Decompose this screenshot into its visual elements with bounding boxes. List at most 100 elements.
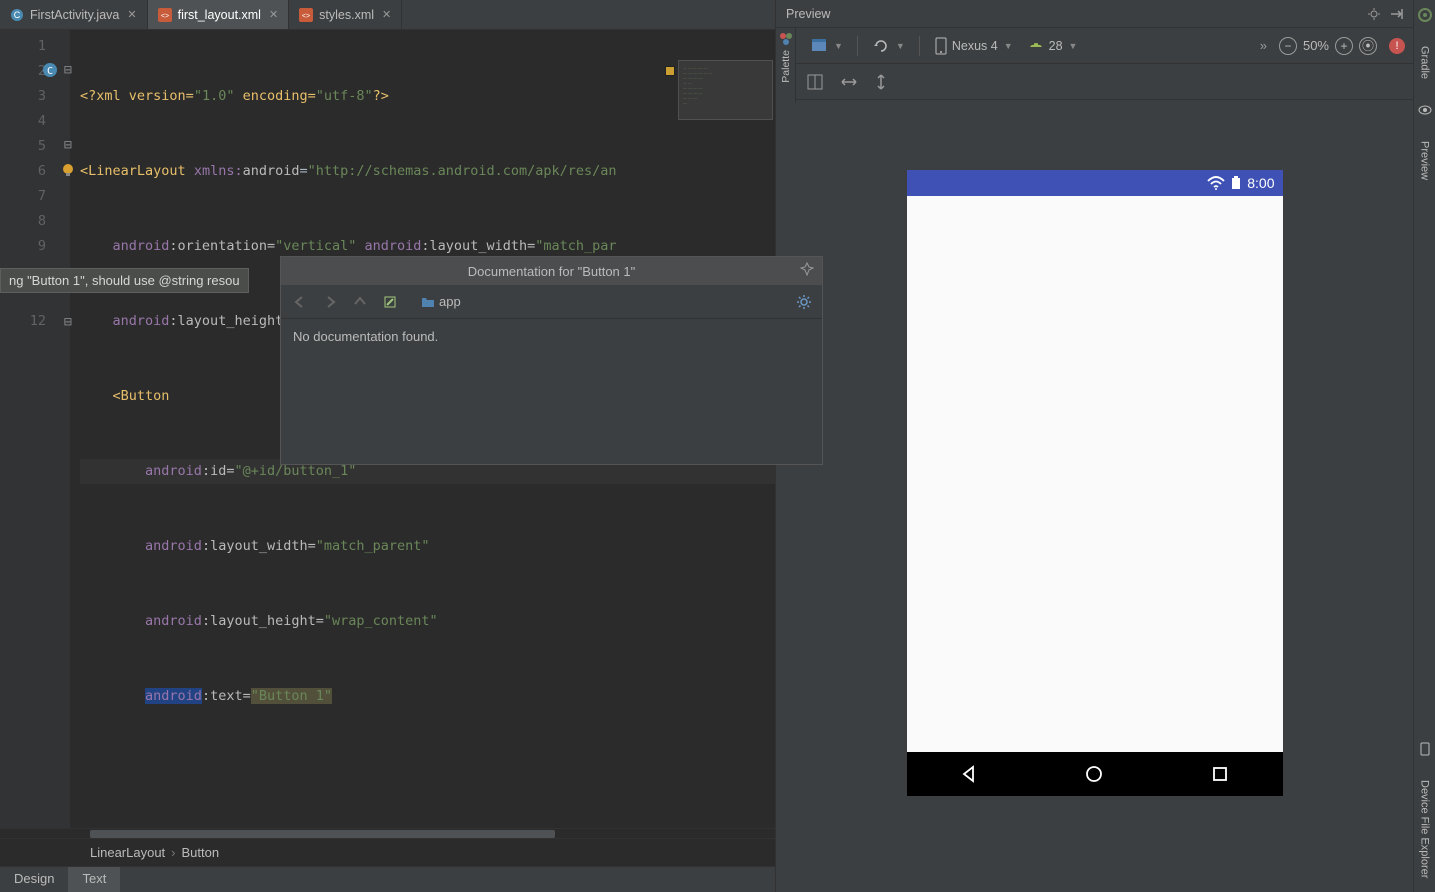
gutter: 1 2 3 4 5 6 7 8 9 12 C ⊟ ⊟ ⊟	[0, 30, 70, 828]
sidebar-item-dfe[interactable]: Device File Explorer	[1419, 776, 1431, 882]
close-icon[interactable]: ✕	[269, 8, 278, 21]
right-tool-sidebar: Gradle Preview Device File Explorer	[1413, 0, 1435, 892]
line-number: 12	[0, 309, 46, 334]
close-icon[interactable]: ✕	[127, 8, 136, 21]
device-canvas[interactable]: 8:00	[776, 100, 1413, 892]
edit-icon[interactable]	[381, 293, 399, 311]
popup-title: Documentation for "Button 1"	[468, 264, 636, 279]
api-selector[interactable]: 28 ▼	[1023, 37, 1082, 55]
line-number: 8	[0, 209, 46, 234]
xml-icon: <>	[158, 8, 172, 22]
line-number: 3	[0, 84, 46, 109]
battery-icon	[1231, 176, 1241, 190]
svg-text:C: C	[47, 66, 53, 77]
tab-design[interactable]: Design	[0, 867, 68, 892]
tab-label: styles.xml	[319, 8, 374, 22]
chevron-down-icon: ▼	[896, 41, 905, 51]
tab-first-layout[interactable]: <> first_layout.xml ✕	[148, 0, 290, 29]
zoom-value: 50%	[1303, 38, 1329, 53]
palette-strip[interactable]: Palette	[776, 28, 796, 103]
preview-title: Preview	[786, 7, 830, 21]
popup-title-bar[interactable]: Documentation for "Button 1"	[281, 257, 822, 285]
xml-icon: <>	[299, 8, 313, 22]
phone-icon	[934, 37, 948, 55]
tab-styles[interactable]: <> styles.xml ✕	[289, 0, 402, 29]
documentation-popup: Documentation for "Button 1" app No docu	[280, 256, 823, 465]
line-number: 6	[0, 159, 46, 184]
preview-toolbar-secondary	[776, 64, 1413, 100]
pin-icon[interactable]	[800, 262, 814, 276]
preview-header: Preview	[776, 0, 1413, 28]
zoom-out-button[interactable]: −	[1279, 37, 1297, 55]
wifi-icon	[1207, 176, 1225, 190]
tab-first-activity[interactable]: C FirstActivity.java ✕	[0, 0, 148, 29]
device-body	[907, 196, 1283, 752]
svg-text:<>: <>	[302, 13, 310, 20]
zoom-fit-button[interactable]: ⦿	[1359, 37, 1377, 55]
sidebar-item-gradle[interactable]: Gradle	[1419, 42, 1431, 83]
eye-icon[interactable]	[1418, 103, 1432, 117]
gear-icon[interactable]	[1367, 7, 1381, 21]
gear-icon[interactable]	[796, 294, 812, 310]
device-frame: 8:00	[907, 170, 1283, 796]
nav-back-icon	[959, 764, 979, 784]
editor-scrollbar[interactable]	[0, 828, 775, 838]
warning-marker-icon[interactable]	[665, 66, 675, 76]
device-file-explorer-icon[interactable]	[1418, 742, 1432, 756]
line-number: 1	[0, 34, 46, 59]
breadcrumb-item[interactable]: Button	[182, 845, 220, 860]
chevron-right-icon: ›	[171, 845, 175, 860]
gradle-icon[interactable]	[1418, 8, 1432, 22]
line-number: 9	[0, 234, 46, 259]
device-status-bar: 8:00	[907, 170, 1283, 196]
tab-label: first_layout.xml	[178, 8, 261, 22]
design-surface-button[interactable]: ▼	[806, 35, 847, 57]
chevron-down-icon: ▼	[1004, 41, 1013, 51]
line-number: 5	[0, 134, 46, 159]
breadcrumb: LinearLayout › Button	[0, 838, 775, 866]
error-badge[interactable]: !	[1389, 38, 1405, 54]
class-icon: C	[10, 8, 24, 22]
preview-pane: Preview ▼ ▼ Nexus 4 ▼	[775, 0, 1413, 892]
breadcrumb-item[interactable]: LinearLayout	[90, 845, 165, 860]
chevron-down-icon: ▼	[1069, 41, 1078, 51]
nav-home-icon	[1084, 764, 1104, 784]
palette-label: Palette	[780, 50, 792, 83]
editor-pane: C FirstActivity.java ✕ <> first_layout.x…	[0, 0, 775, 892]
editor-mode-tabs: Design Text	[0, 866, 775, 892]
forward-icon[interactable]	[321, 293, 339, 311]
device-selector[interactable]: Nexus 4 ▼	[930, 35, 1017, 57]
scrollbar-thumb[interactable]	[90, 830, 555, 838]
pan-vertical-icon[interactable]	[874, 73, 888, 91]
lint-tooltip: ng "Button 1", should use @string resou	[0, 268, 249, 293]
more-icon[interactable]: »	[1260, 38, 1267, 53]
line-number: 4	[0, 109, 46, 134]
device-time: 8:00	[1247, 175, 1274, 191]
tab-label: FirstActivity.java	[30, 8, 119, 22]
hide-icon[interactable]	[1389, 7, 1403, 21]
editor-tab-bar: C FirstActivity.java ✕ <> first_layout.x…	[0, 0, 775, 30]
svg-text:C: C	[14, 10, 21, 20]
pan-horizontal-icon[interactable]	[840, 75, 858, 89]
nav-recents-icon	[1210, 764, 1230, 784]
tab-text[interactable]: Text	[68, 867, 120, 892]
android-icon	[1027, 39, 1045, 53]
zoom-in-button[interactable]: +	[1335, 37, 1353, 55]
palette-icon	[779, 32, 793, 46]
popup-content: No documentation found.	[281, 319, 822, 464]
minimap[interactable]: ― ― ― ― ―― ― ― ― ― ―― ― ― ―― ―― ― ― ―― ―…	[678, 60, 773, 120]
blueprint-icon[interactable]	[806, 73, 824, 91]
orientation-button[interactable]: ▼	[868, 35, 909, 57]
svg-text:<>: <>	[161, 13, 169, 20]
device-nav-bar	[907, 752, 1283, 796]
preview-toolbar: ▼ ▼ Nexus 4 ▼ 28 ▼ » − 50% +	[776, 28, 1413, 64]
chevron-down-icon: ▼	[834, 41, 843, 51]
folder-icon	[421, 295, 435, 309]
line-number: 7	[0, 184, 46, 209]
back-icon[interactable]	[291, 293, 309, 311]
close-icon[interactable]: ✕	[382, 8, 391, 21]
class-marker-icon[interactable]: C	[40, 60, 60, 80]
up-icon[interactable]	[351, 293, 369, 311]
app-link[interactable]: app	[421, 294, 461, 309]
sidebar-item-preview[interactable]: Preview	[1419, 137, 1431, 184]
